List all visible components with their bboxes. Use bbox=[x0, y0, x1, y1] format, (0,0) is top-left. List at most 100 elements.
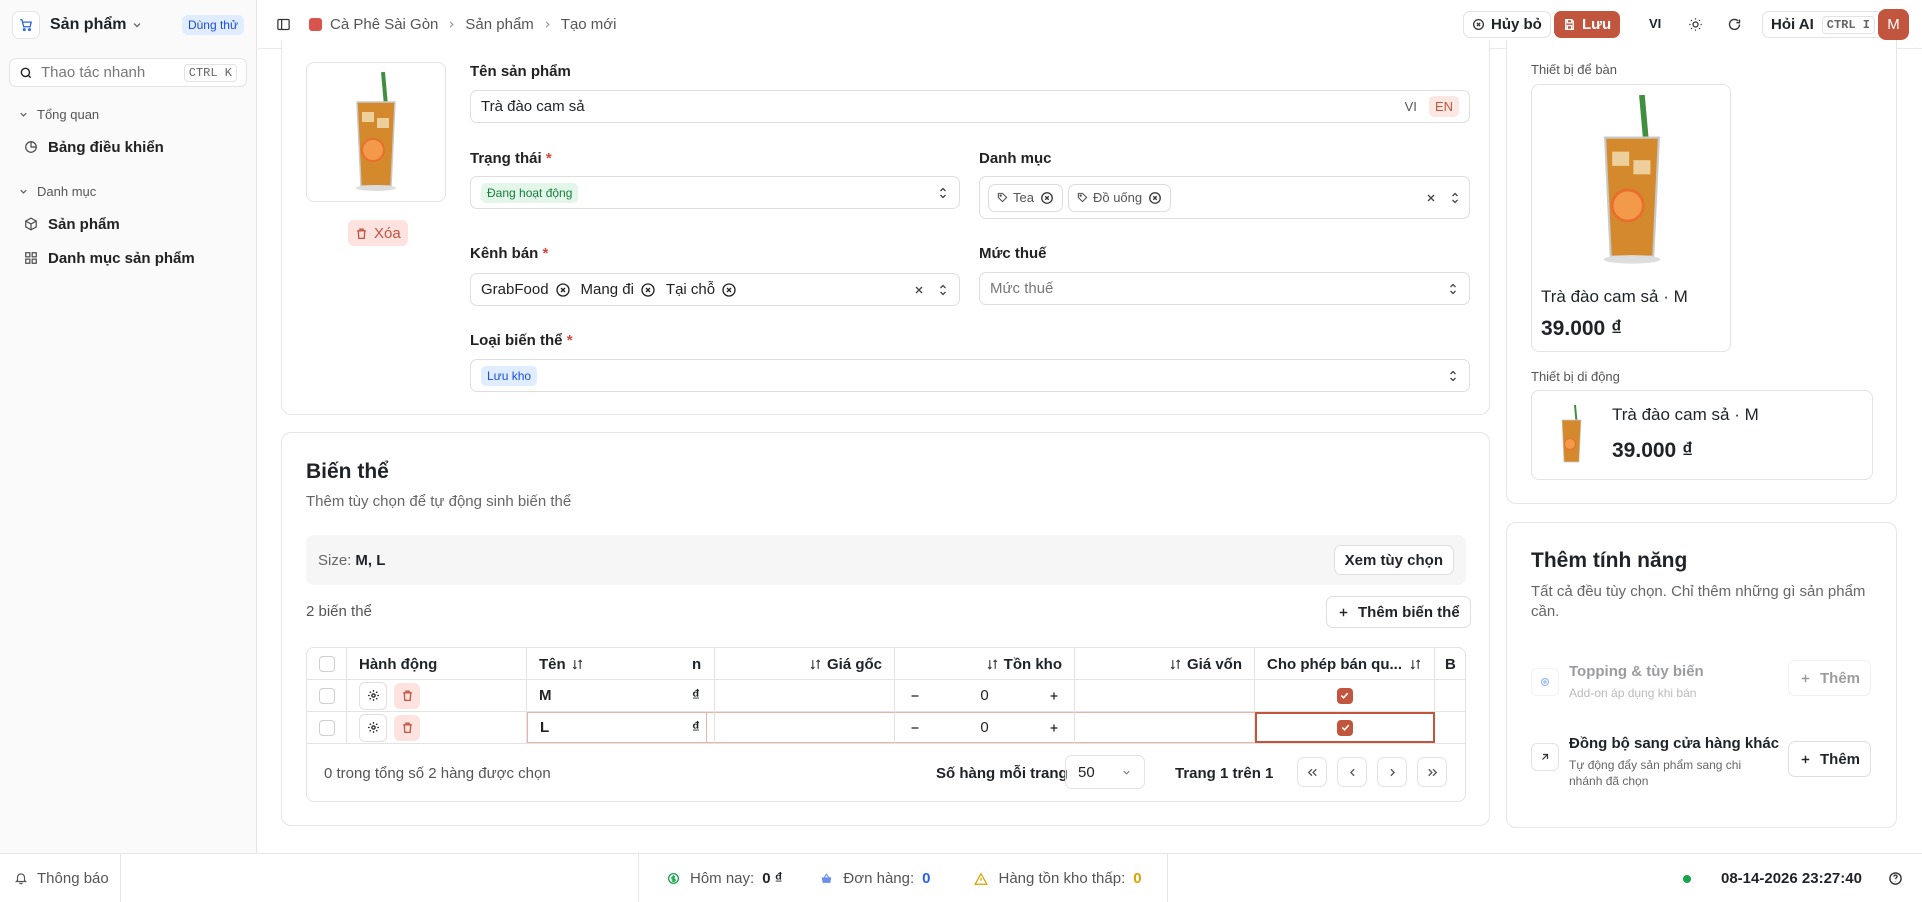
rows-per-page-select[interactable]: 50 bbox=[1065, 755, 1145, 789]
sidebar-item-products[interactable]: Sản phẩm bbox=[0, 207, 256, 241]
nav-group-catalog[interactable]: Danh mục bbox=[0, 178, 256, 204]
channel-multiselect[interactable]: GrabFood Mang đi Tại chỗ bbox=[470, 273, 960, 306]
gear-icon bbox=[367, 722, 379, 733]
app-switcher[interactable]: Sản phẩm Dùng thử bbox=[0, 0, 256, 49]
product-image[interactable] bbox=[306, 62, 446, 202]
settings-button[interactable] bbox=[359, 713, 387, 742]
lang-tab-en[interactable]: EN bbox=[1428, 96, 1459, 117]
col-name[interactable]: Tên bbox=[527, 648, 707, 680]
tax-select[interactable]: Mức thuế bbox=[979, 272, 1470, 305]
add-variant-button[interactable]: Thêm biến thể bbox=[1326, 596, 1471, 628]
category-multiselect[interactable]: Tea Đồ uống bbox=[979, 176, 1470, 219]
ask-ai-button[interactable]: Hỏi AI CTRL I bbox=[1762, 11, 1884, 38]
select-all-checkbox[interactable] bbox=[318, 656, 335, 672]
row-name-input[interactable]: M bbox=[527, 680, 707, 711]
row-name-input[interactable]: L bbox=[527, 712, 707, 743]
clear-icon[interactable] bbox=[1425, 192, 1437, 204]
row-checkbox[interactable] bbox=[318, 687, 335, 704]
add-feature-label: Thêm bbox=[1820, 750, 1861, 768]
chevrons-left-icon bbox=[1307, 768, 1317, 776]
col-stock[interactable]: Tồn kho bbox=[895, 648, 1075, 680]
trash-icon bbox=[402, 690, 412, 702]
sidebar-toggle-icon[interactable] bbox=[276, 17, 291, 32]
row-cost-input[interactable] bbox=[1075, 680, 1255, 711]
row-base-price-input[interactable] bbox=[715, 680, 895, 711]
dollar-circle-icon bbox=[667, 872, 680, 885]
oversell-checkbox[interactable] bbox=[1337, 719, 1353, 736]
language-switch[interactable]: VI bbox=[1649, 16, 1661, 31]
oversell-checkbox[interactable] bbox=[1336, 687, 1353, 704]
quick-action-input[interactable]: Thao tác nhanh CTRL K bbox=[9, 58, 247, 87]
product-info-card: Xóa Tên sản phẩm Trà đào cam sả VI EN Tr… bbox=[281, 40, 1490, 415]
breadcrumb-store[interactable]: Cà Phê Sài Gòn bbox=[330, 16, 438, 33]
variant-type-label: Loại biến thể * bbox=[470, 332, 573, 349]
iced-tea-image bbox=[1603, 95, 1661, 264]
mobile-preview-price: 39.000 ₫ bbox=[1612, 439, 1693, 462]
trial-badge[interactable]: Dùng thử bbox=[181, 14, 244, 35]
last-page-button[interactable] bbox=[1417, 757, 1447, 787]
remove-chip-icon bbox=[722, 282, 736, 297]
option-summary-bar: Size: M, L Xem tùy chọn bbox=[306, 535, 1466, 585]
clear-icon[interactable] bbox=[913, 284, 925, 296]
features-title: Thêm tính năng bbox=[1531, 549, 1688, 572]
tax-label: Mức thuế bbox=[979, 245, 1047, 262]
delete-image-button[interactable]: Xóa bbox=[348, 220, 408, 246]
theme-sun-icon[interactable] bbox=[1688, 17, 1703, 32]
add-feature-button[interactable]: Thêm bbox=[1788, 741, 1872, 777]
cancel-button[interactable]: Hủy bỏ bbox=[1463, 11, 1551, 38]
notifications-button[interactable]: Thông báo bbox=[0, 853, 121, 902]
orders-label: Đơn hàng: bbox=[843, 870, 915, 887]
row-checkbox[interactable] bbox=[318, 719, 335, 736]
row-cost-input[interactable] bbox=[1075, 712, 1255, 743]
chevron-down-icon bbox=[131, 19, 143, 31]
row-stock-stepper[interactable]: 0 bbox=[895, 680, 1075, 711]
settings-button[interactable] bbox=[359, 681, 387, 710]
minus-icon bbox=[911, 694, 919, 697]
lang-tab-vi[interactable]: VI bbox=[1399, 96, 1423, 117]
next-page-button[interactable] bbox=[1377, 757, 1407, 787]
variants-card: Biến thể Thêm tùy chọn để tự động sinh b… bbox=[281, 432, 1490, 826]
prev-page-button[interactable] bbox=[1337, 757, 1367, 787]
save-button[interactable]: Lưu bbox=[1554, 11, 1621, 38]
store-logo-icon bbox=[309, 17, 322, 31]
refresh-icon[interactable] bbox=[1727, 17, 1742, 32]
preview-card: Thiết bị để bàn Trà đào cam sả · M 39.00… bbox=[1506, 40, 1897, 504]
variants-subtitle: Thêm tùy chọn để tự động sinh biến thể bbox=[306, 493, 572, 510]
row-stock-stepper[interactable]: 0 bbox=[895, 712, 1075, 743]
delete-row-button[interactable] bbox=[394, 714, 420, 741]
nav-group-overview[interactable]: Tổng quan bbox=[0, 101, 256, 127]
col-base-price[interactable]: Giá gốc bbox=[715, 648, 895, 680]
product-name-input[interactable]: Trà đào cam sả VI EN bbox=[470, 90, 1470, 123]
help-icon[interactable] bbox=[1888, 871, 1903, 886]
view-options-button[interactable]: Xem tùy chọn bbox=[1333, 545, 1454, 575]
add-feature-button-disabled[interactable]: Thêm bbox=[1788, 660, 1872, 696]
variant-count: 2 biến thể bbox=[306, 603, 372, 620]
sidebar-item-dashboard[interactable]: Bảng điều khiển bbox=[0, 130, 256, 164]
mobile-preview-label: Thiết bị di động bbox=[1531, 369, 1620, 384]
product-name-value: Trà đào cam sả bbox=[481, 98, 585, 115]
option-value: M, L bbox=[355, 551, 386, 569]
breadcrumb-products[interactable]: Sản phẩm bbox=[465, 16, 533, 33]
sidebar-item-categories[interactable]: Danh mục sản phẩm bbox=[0, 241, 256, 275]
iced-tea-image bbox=[356, 72, 396, 191]
category-chip-label: Tea bbox=[1013, 190, 1034, 205]
chevron-right-icon bbox=[446, 19, 457, 30]
delete-row-button[interactable] bbox=[394, 682, 420, 709]
page-info: Trang 1 trên 1 bbox=[1175, 765, 1274, 782]
chevron-right-icon bbox=[1389, 768, 1395, 776]
sort-icon bbox=[572, 658, 582, 670]
status-select[interactable]: Đang hoạt động bbox=[470, 176, 960, 209]
row-base-price-input[interactable] bbox=[715, 712, 895, 743]
first-page-button[interactable] bbox=[1297, 757, 1327, 787]
col-cost[interactable]: Giá vốn bbox=[1075, 648, 1255, 680]
desktop-preview-price: 39.000 ₫ bbox=[1541, 317, 1622, 340]
ask-ai-shortcut: CTRL I bbox=[1821, 15, 1875, 34]
feature-desc: Tự động đẩy sản phẩm sang chi nhánh đã c… bbox=[1569, 758, 1742, 788]
remove-chip-icon[interactable] bbox=[1040, 191, 1054, 205]
channel-chip-grabfood: GrabFood bbox=[481, 281, 571, 298]
feature-desc: Add-on áp dụng khi bán bbox=[1569, 686, 1697, 700]
variant-type-select[interactable]: Lưu kho bbox=[470, 359, 1470, 392]
remove-chip-icon[interactable] bbox=[1148, 191, 1162, 205]
col-allow-oversell[interactable]: Cho phép bán qu... bbox=[1255, 648, 1435, 680]
avatar[interactable]: M bbox=[1878, 9, 1909, 40]
